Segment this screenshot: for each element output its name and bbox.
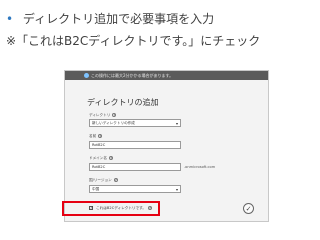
ok-check-button[interactable]: ✓ [243,203,254,214]
region-label: 国/リージョン ? [89,178,118,183]
name-label: 名前 ? [89,134,103,139]
region-label-text: 国/リージョン [89,178,112,182]
info-notice-bar: この操作には最大2分かかる場合があります。 [65,71,268,80]
bullet-icon: • [6,12,14,26]
slide-text-2: ※「これはB2Cディレクトリです。」にチェック [6,34,261,48]
dialog-title: ディレクトリの追加 [87,98,159,107]
slide-bullet-line-1: • ディレクトリ追加で必要事項を入力 [6,10,214,27]
directory-select-value: 新しいディレクトリの作成 [92,121,135,125]
directory-label: ディレクトリ ? [89,113,117,118]
domain-label-text: ドメイン名 [89,156,107,160]
domain-input[interactable]: RotB2C [89,163,181,171]
help-icon[interactable]: ? [98,134,103,138]
help-icon[interactable]: ? [112,113,117,117]
chevron-down-icon: ▾ [175,187,178,192]
region-select-value: 中国 [92,187,100,191]
help-icon[interactable]: ? [109,156,114,160]
chevron-down-icon: ▾ [175,121,178,126]
notice-text: この操作には最大2分かかる場合があります。 [91,73,174,78]
slide-text-1: ディレクトリ追加で必要事項を入力 [22,12,215,26]
directory-label-text: ディレクトリ [89,113,111,117]
domain-suffix: .onmicrosoft.com [184,165,216,169]
domain-label: ドメイン名 ? [89,156,114,161]
name-input[interactable]: RotB2C [89,141,181,149]
info-icon [84,73,89,78]
checkbox-highlight-box [62,201,160,216]
name-label-text: 名前 [89,134,97,138]
add-directory-dialog: この操作には最大2分かかる場合があります。 ディレクトリの追加 ディレクトリ ?… [64,70,269,222]
region-select[interactable]: 中国 ▾ [89,185,181,193]
directory-select[interactable]: 新しいディレクトリの作成 ▾ [89,119,181,127]
help-icon[interactable]: ? [113,178,118,182]
